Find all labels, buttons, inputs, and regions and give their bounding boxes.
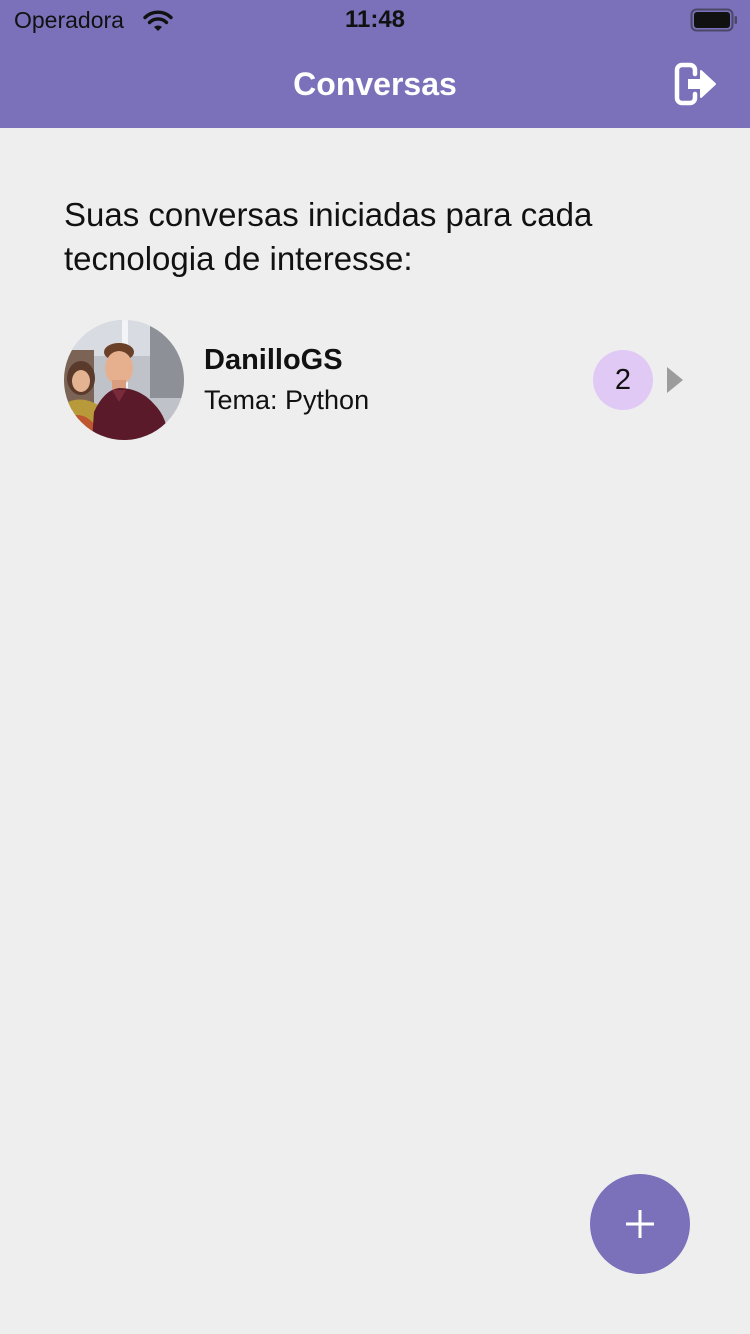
- conversation-item[interactable]: DanilloGS Tema: Python 2: [64, 320, 692, 440]
- topic-label: Tema: Python: [204, 385, 370, 415]
- logout-icon: [674, 62, 716, 106]
- contact-name: DanilloGS: [204, 344, 343, 376]
- avatar: [64, 320, 184, 440]
- plus-icon: [626, 1210, 654, 1238]
- chevron-right-icon: [667, 367, 683, 393]
- battery-icon: [690, 8, 737, 32]
- user-photo: [64, 320, 184, 440]
- app-header: Operadora 11:48 Conversas: [0, 0, 750, 128]
- unread-badge: 2: [593, 350, 653, 410]
- logout-button[interactable]: [668, 58, 724, 110]
- intro-text: Suas conversas iniciadas para cada tecno…: [64, 196, 593, 277]
- new-conversation-button[interactable]: [590, 1174, 690, 1274]
- clock: 11:48: [344, 6, 406, 33]
- page-title: Conversas: [293, 66, 457, 102]
